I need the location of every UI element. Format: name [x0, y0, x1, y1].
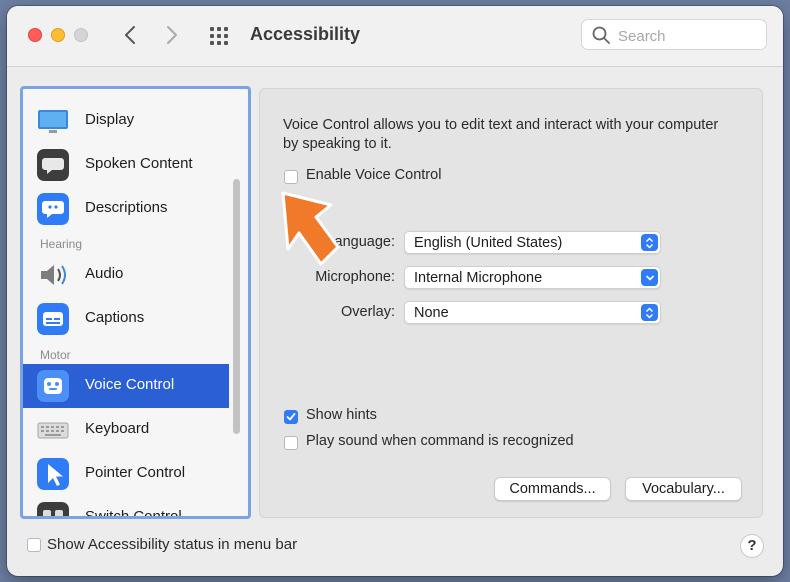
sidebar: Display Spoken Content Descriptions Hear…	[20, 86, 251, 519]
search-icon	[592, 26, 610, 44]
checkmark-icon	[286, 413, 296, 421]
microphone-popup[interactable]: Internal Microphone	[404, 266, 661, 289]
minimize-button[interactable]	[51, 28, 65, 42]
pointer-icon	[37, 458, 69, 490]
title-bar: Accessibility	[7, 6, 783, 67]
keyboard-icon	[37, 422, 69, 439]
microphone-label: Microphone:	[315, 269, 395, 285]
grid-icon	[210, 27, 228, 45]
sidebar-item-label: Captions	[85, 309, 145, 326]
sidebar-item-label: Audio	[85, 265, 124, 282]
annotation-arrow-icon	[281, 191, 340, 266]
section-header-motor: Motor	[40, 348, 71, 362]
descriptions-icon	[37, 193, 69, 225]
language-value: English (United States)	[414, 235, 563, 251]
microphone-value: Internal Microphone	[414, 270, 543, 286]
search-field[interactable]	[581, 19, 767, 50]
show-hints-checkbox[interactable]	[284, 410, 298, 424]
show-all-button[interactable]	[209, 24, 233, 48]
commands-button[interactable]: Commands...	[494, 477, 611, 501]
play-sound-checkbox[interactable]	[284, 436, 298, 450]
forward-button[interactable]	[159, 22, 185, 48]
switch-control-icon	[37, 502, 69, 516]
sidebar-item-label: Descriptions	[85, 199, 168, 216]
captions-icon	[37, 303, 69, 335]
show-status-label: Show Accessibility status in menu bar	[47, 536, 298, 553]
voice-control-panel: Voice Control allows you to edit text an…	[259, 88, 763, 518]
sidebar-item-captions[interactable]: Captions	[23, 297, 229, 341]
display-icon	[38, 110, 68, 133]
sidebar-item-label: Spoken Content	[85, 155, 193, 172]
updown-chevron-icon	[641, 234, 658, 251]
sidebar-item-voice-control[interactable]: Voice Control	[23, 364, 229, 408]
overlay-label: Overlay:	[341, 304, 395, 320]
chevron-down-icon	[641, 269, 658, 286]
enable-voice-control-checkbox[interactable]	[284, 170, 298, 184]
voice-control-icon	[37, 370, 69, 402]
sidebar-item-switch-control[interactable]: Switch Control	[23, 496, 229, 519]
spoken-content-icon	[37, 149, 69, 181]
window-title: Accessibility	[250, 24, 361, 44]
show-hints-label: Show hints	[306, 407, 377, 423]
chevron-right-icon	[167, 26, 177, 44]
show-status-checkbox[interactable]	[27, 538, 41, 552]
sidebar-item-keyboard[interactable]: Keyboard	[23, 408, 229, 452]
section-header-hearing: Hearing	[40, 237, 83, 251]
vocabulary-button[interactable]: Vocabulary...	[625, 477, 742, 501]
sidebar-item-label: Display	[85, 111, 135, 128]
speaker-icon	[41, 265, 66, 285]
sidebar-item-display[interactable]: Display	[23, 99, 229, 143]
help-button[interactable]: ?	[740, 534, 764, 558]
back-button[interactable]	[117, 22, 143, 48]
language-popup[interactable]: English (United States)	[404, 231, 661, 254]
panel-description: Voice Control allows you to edit text an…	[283, 117, 719, 152]
updown-chevron-icon	[641, 304, 658, 321]
sidebar-item-label: Voice Control	[85, 376, 175, 393]
zoom-button[interactable]	[74, 28, 88, 42]
sidebar-item-pointer-control[interactable]: Pointer Control	[23, 452, 229, 496]
sidebar-item-label: Switch Control	[85, 508, 182, 519]
play-sound-label: Play sound when command is recognized	[306, 433, 574, 449]
close-button[interactable]	[28, 28, 42, 42]
sidebar-scrollbar[interactable]	[233, 179, 240, 434]
enable-voice-control-label: Enable Voice Control	[306, 167, 442, 183]
system-preferences-window: Accessibility Display Spoken Content Des…	[7, 6, 783, 576]
sidebar-item-label: Keyboard	[85, 420, 150, 437]
overlay-value: None	[414, 305, 449, 321]
sidebar-item-descriptions[interactable]: Descriptions	[23, 187, 229, 231]
search-input[interactable]	[616, 25, 760, 47]
chevron-left-icon	[125, 26, 135, 44]
sidebar-item-label: Pointer Control	[85, 464, 186, 481]
sidebar-item-audio[interactable]: Audio	[23, 253, 229, 297]
sidebar-item-spoken-content[interactable]: Spoken Content	[23, 143, 229, 187]
overlay-popup[interactable]: None	[404, 301, 661, 324]
